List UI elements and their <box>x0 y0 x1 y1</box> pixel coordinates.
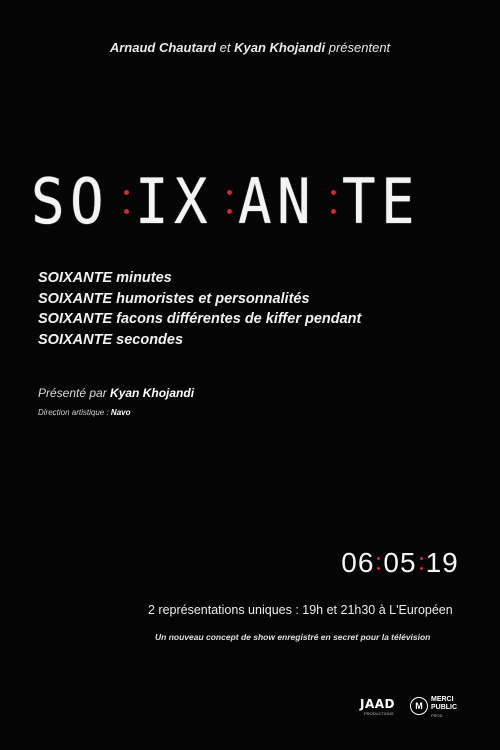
date-month: 05 <box>383 547 417 578</box>
title-part-4: TE <box>341 165 420 238</box>
title-part-2: IX <box>134 165 213 238</box>
date-day: 06 <box>341 547 375 578</box>
date-colon-2 <box>419 549 423 577</box>
presenters-line: Arnaud Chautard et Kyan Khojandi présent… <box>0 40 500 55</box>
tagline-3: SOIXANTE facons différentes de kiffer pe… <box>38 311 362 327</box>
date-year: 19 <box>425 547 459 578</box>
presenter-name-2: Kyan Khojandi <box>234 40 326 55</box>
presenter-verb: présentent <box>328 40 391 55</box>
performances-info: 2 représentations uniques : 19h et 21h30… <box>148 603 453 617</box>
artistic-direction: Direction artistique : Navo <box>38 408 131 417</box>
title-colon-3 <box>330 171 336 233</box>
show-title: SO IX AN TE <box>31 165 415 238</box>
date-colon-1 <box>377 549 381 577</box>
presenter-connector: et <box>219 40 231 55</box>
merci-public-logo: MERCI PUBLIC <box>431 696 458 711</box>
jaad-logo: JAAD <box>360 697 395 711</box>
tagline-1: SOIXANTE minutes <box>38 270 172 286</box>
jaad-logo-sub: PRODUCTIONS <box>364 711 394 716</box>
taglines: SOIXANTE minutes SOIXANTE humoristes et … <box>38 268 478 350</box>
merci-public-logo-sub: PROD <box>431 713 443 718</box>
title-colon-2 <box>227 171 233 233</box>
title-part-1: SO <box>31 165 109 238</box>
tagline-4: SOIXANTE secondes <box>38 331 184 348</box>
title-part-3: AN <box>238 165 317 238</box>
title-colon-1 <box>123 171 129 233</box>
show-date: 06 05 19 <box>330 545 470 581</box>
concept-info: Un nouveau concept de show enregistré en… <box>155 632 431 642</box>
presenter-name-1: Arnaud Chautard <box>109 40 216 55</box>
merci-public-logo-icon: M <box>410 697 428 715</box>
presented-by: Présenté par Kyan Khojandi <box>38 386 195 400</box>
tagline-2: SOIXANTE humoristes et personnalités <box>38 290 310 307</box>
